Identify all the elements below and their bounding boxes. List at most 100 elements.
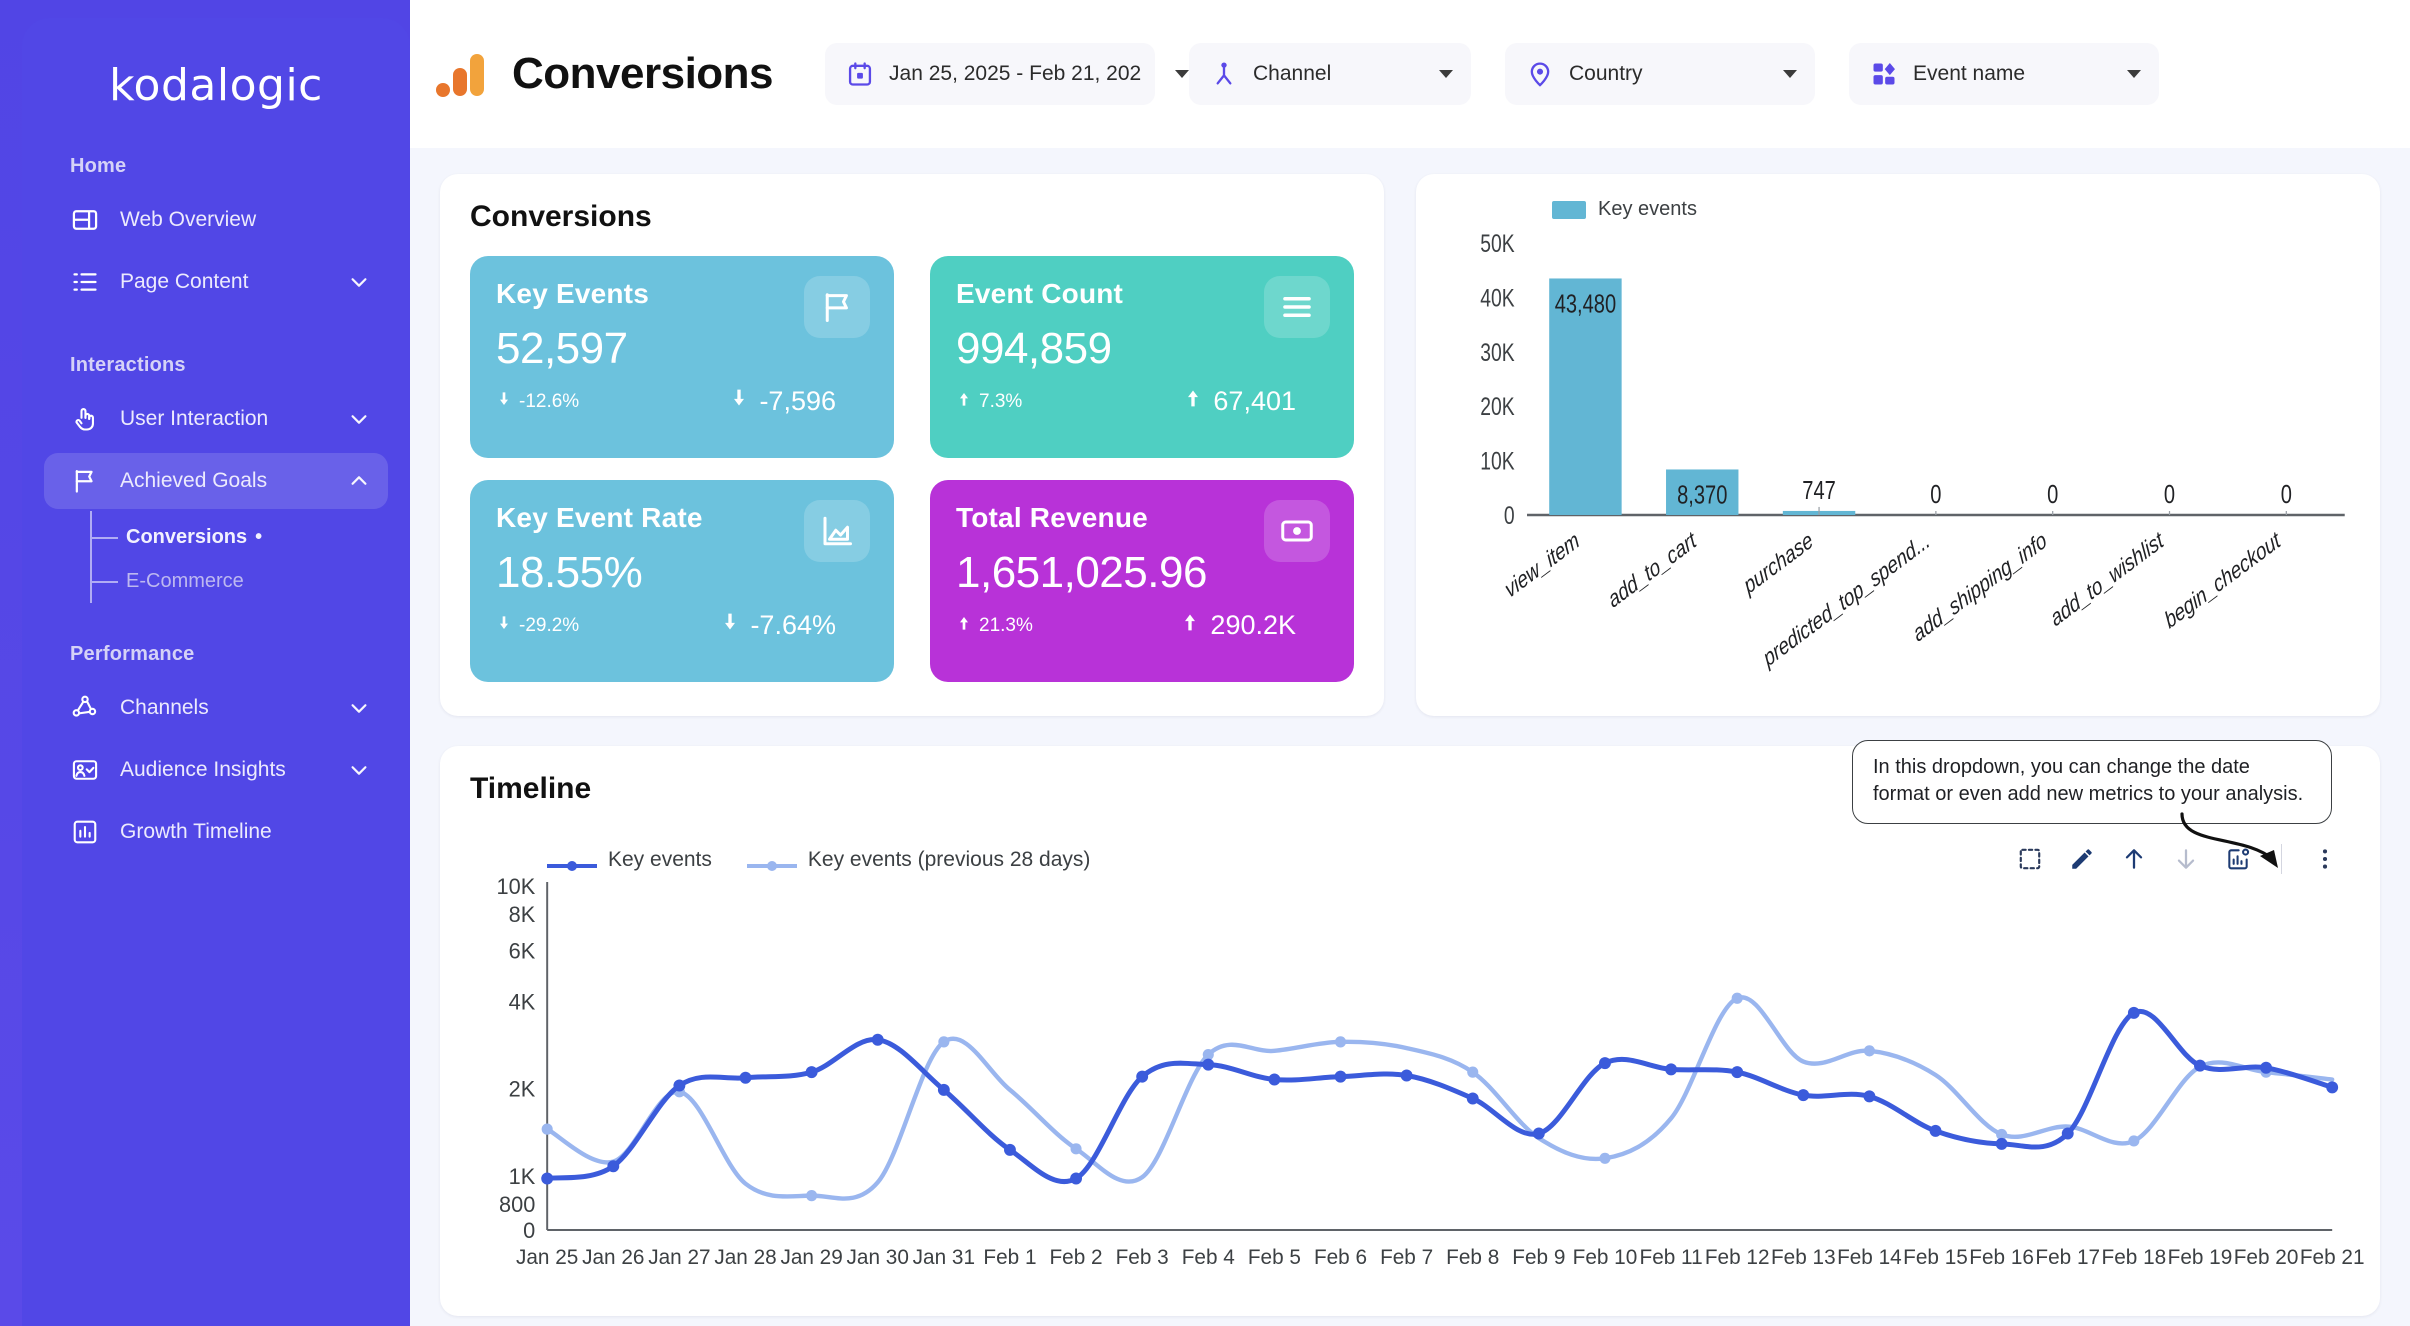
sidebar: kodalogic Home Web Overview Page Content… [0, 0, 410, 1326]
sidebar-item-channels[interactable]: Channels [44, 680, 388, 736]
arrow-up-icon [956, 614, 972, 638]
chart-settings-icon[interactable] [2223, 844, 2253, 874]
toolbar-divider [2281, 844, 2282, 874]
svg-text:Jan 27: Jan 27 [648, 1246, 710, 1269]
chevron-down-icon[interactable] [2127, 70, 2142, 78]
sidebar-item-achieved-goals[interactable]: Achieved Goals [44, 453, 388, 509]
sidebar-item-growth-timeline[interactable]: Growth Timeline [44, 804, 388, 860]
channel-filter-value: Channel [1253, 62, 1332, 85]
channel-filter[interactable]: Channel [1189, 43, 1472, 105]
area-chart-icon [804, 500, 870, 562]
sidebar-subitem-ecommerce[interactable]: E-Commerce [92, 559, 410, 603]
arrow-down-icon [729, 386, 749, 417]
arrow-down-icon[interactable] [2171, 844, 2201, 874]
more-vertical-icon[interactable] [2310, 844, 2340, 874]
sidebar-item-page-content[interactable]: Page Content [44, 254, 388, 310]
kpi-card-key-event-rate[interactable]: Key Event Rate 18.55% -29.2% -7.64% [470, 480, 894, 682]
event-blocks-icon [1869, 59, 1899, 89]
arrow-up-icon [1183, 386, 1203, 417]
svg-text:Feb 7: Feb 7 [1380, 1246, 1433, 1269]
select-area-icon[interactable] [2015, 844, 2045, 874]
legend-key-events-previous[interactable]: Key events (previous 28 days) [746, 848, 1090, 872]
nav-section-performance: Performance [70, 643, 195, 665]
kpi-column-right: Event Count 994,859 7.3% 67,401 Total Re… [930, 256, 1354, 682]
kpi-card-total-revenue[interactable]: Total Revenue 1,651,025.96 21.3% 290.2K [930, 480, 1354, 682]
kpi-delta-pct: -29.2% [496, 614, 579, 638]
timeline-toolbar [2015, 844, 2340, 874]
svg-text:Feb 20: Feb 20 [2234, 1246, 2299, 1269]
kpi-column-left: Key Events 52,597 -12.6% -7,596 Key Even… [470, 256, 894, 682]
kpi-delta-abs: -7,596 [729, 386, 836, 417]
svg-text:Jan 25: Jan 25 [516, 1246, 578, 1269]
sidebar-item-label: Channels [120, 696, 209, 719]
pencil-icon[interactable] [2067, 844, 2097, 874]
location-pin-icon [1525, 59, 1555, 89]
svg-text:add_to_wishlist: add_to_wishlist [2047, 526, 2168, 632]
svg-text:Feb 2: Feb 2 [1050, 1246, 1103, 1269]
list-lines-icon [1264, 276, 1330, 338]
chevron-down-icon[interactable] [348, 697, 370, 719]
key-events-bar-chart-card: Key events 0 10K 20K 30K 40K 50K 43,480 view_it… [1416, 174, 2380, 716]
svg-text:Feb 21: Feb 21 [2300, 1246, 2365, 1269]
country-filter[interactable]: Country [1505, 43, 1816, 105]
event-name-filter[interactable]: Event name [1849, 43, 2160, 105]
legend-key-events[interactable]: Key events [546, 848, 712, 872]
chevron-down-icon[interactable] [1439, 70, 1454, 78]
chevron-down-icon[interactable] [348, 759, 370, 781]
svg-text:50K: 50K [1480, 230, 1514, 258]
timeline-card: Timeline In this dropdown, you can chang… [440, 740, 2380, 1316]
sidebar-subitem-conversions[interactable]: Conversions • [92, 515, 410, 559]
sidebar-item-label: Audience Insights [120, 758, 286, 781]
svg-text:0: 0 [1504, 502, 1515, 530]
timeline-line-chart-plot[interactable]: 800 1K 2K 4K 6K 8K 10K 0 Jan 25 Jan 26 Jan 27 Jan 2… [470, 874, 2365, 1281]
sidebar-item-audience-insights[interactable]: Audience Insights [44, 742, 388, 798]
svg-text:747: 747 [1802, 475, 1836, 504]
kpi-card-key-events[interactable]: Key Events 52,597 -12.6% -7,596 [470, 256, 894, 458]
brand-block: Conversions [434, 46, 774, 102]
kpi-deltas: -12.6% -7,596 [496, 386, 868, 417]
svg-text:2K: 2K [509, 1077, 536, 1102]
sidebar-item-label: Page Content [120, 270, 249, 293]
kpi-delta-abs: -7.64% [720, 610, 836, 641]
svg-text:0: 0 [2047, 480, 2058, 509]
svg-text:Feb 3: Feb 3 [1116, 1246, 1169, 1269]
kpi-delta-pct-text: -29.2% [519, 614, 580, 636]
chevron-down-icon[interactable] [1783, 70, 1798, 78]
nav-section-home: Home [70, 155, 127, 177]
chevron-down-icon[interactable] [348, 408, 370, 430]
arrow-down-icon [720, 610, 740, 641]
country-filter-value: Country [1569, 62, 1643, 85]
hand-pointer-icon [70, 404, 100, 434]
svg-text:Feb 8: Feb 8 [1446, 1246, 1499, 1269]
channel-icon [1209, 59, 1239, 89]
chevron-up-icon[interactable] [348, 470, 370, 492]
kpi-card-event-count[interactable]: Event Count 994,859 7.3% 67,401 [930, 256, 1354, 458]
arrow-up-icon[interactable] [2119, 844, 2149, 874]
svg-text:Feb 1: Feb 1 [983, 1246, 1036, 1269]
chevron-down-icon[interactable] [348, 271, 370, 293]
svg-text:Feb 4: Feb 4 [1182, 1246, 1235, 1269]
arrow-down-icon [496, 390, 512, 414]
date-range-filter[interactable]: Jan 25, 2025 - Feb 21, 202 [825, 43, 1190, 105]
page-title: Conversions [512, 49, 774, 98]
svg-text:0: 0 [1930, 480, 1941, 509]
svg-text:view_item: view_item [1501, 527, 1583, 604]
kpi-delta-abs: 290.2K [1180, 610, 1296, 641]
filter-bar: Jan 25, 2025 - Feb 21, 202 Channel Count… [825, 43, 2160, 105]
kpi-delta-pct-text: -12.6% [519, 390, 580, 412]
subnav-achieved-goals: Conversions • E-Commerce [22, 511, 410, 603]
sidebar-item-web-overview[interactable]: Web Overview [44, 192, 388, 248]
svg-text:purchase: purchase [1739, 527, 1816, 600]
date-range-value: Jan 25, 2025 - Feb 21, 202 [889, 62, 1142, 85]
sidebar-item-label: Achieved Goals [120, 469, 268, 492]
bar-chart-plot[interactable]: 0 10K 20K 30K 40K 50K 43,480 view_item 8,370 add_… [1442, 227, 2354, 672]
kpi-deltas: 21.3% 290.2K [956, 610, 1328, 641]
svg-text:800: 800 [499, 1192, 535, 1217]
sidebar-item-user-interaction[interactable]: User Interaction [44, 391, 388, 447]
page-content-icon [70, 267, 100, 297]
svg-text:Feb 16: Feb 16 [1969, 1246, 2034, 1269]
topbar: Conversions Jan 25, 2025 - Feb 21, 202 C… [410, 0, 2410, 148]
svg-text:1K: 1K [509, 1164, 536, 1189]
sidebar-item-label: Growth Timeline [120, 820, 272, 843]
chevron-down-icon[interactable] [1175, 70, 1190, 78]
